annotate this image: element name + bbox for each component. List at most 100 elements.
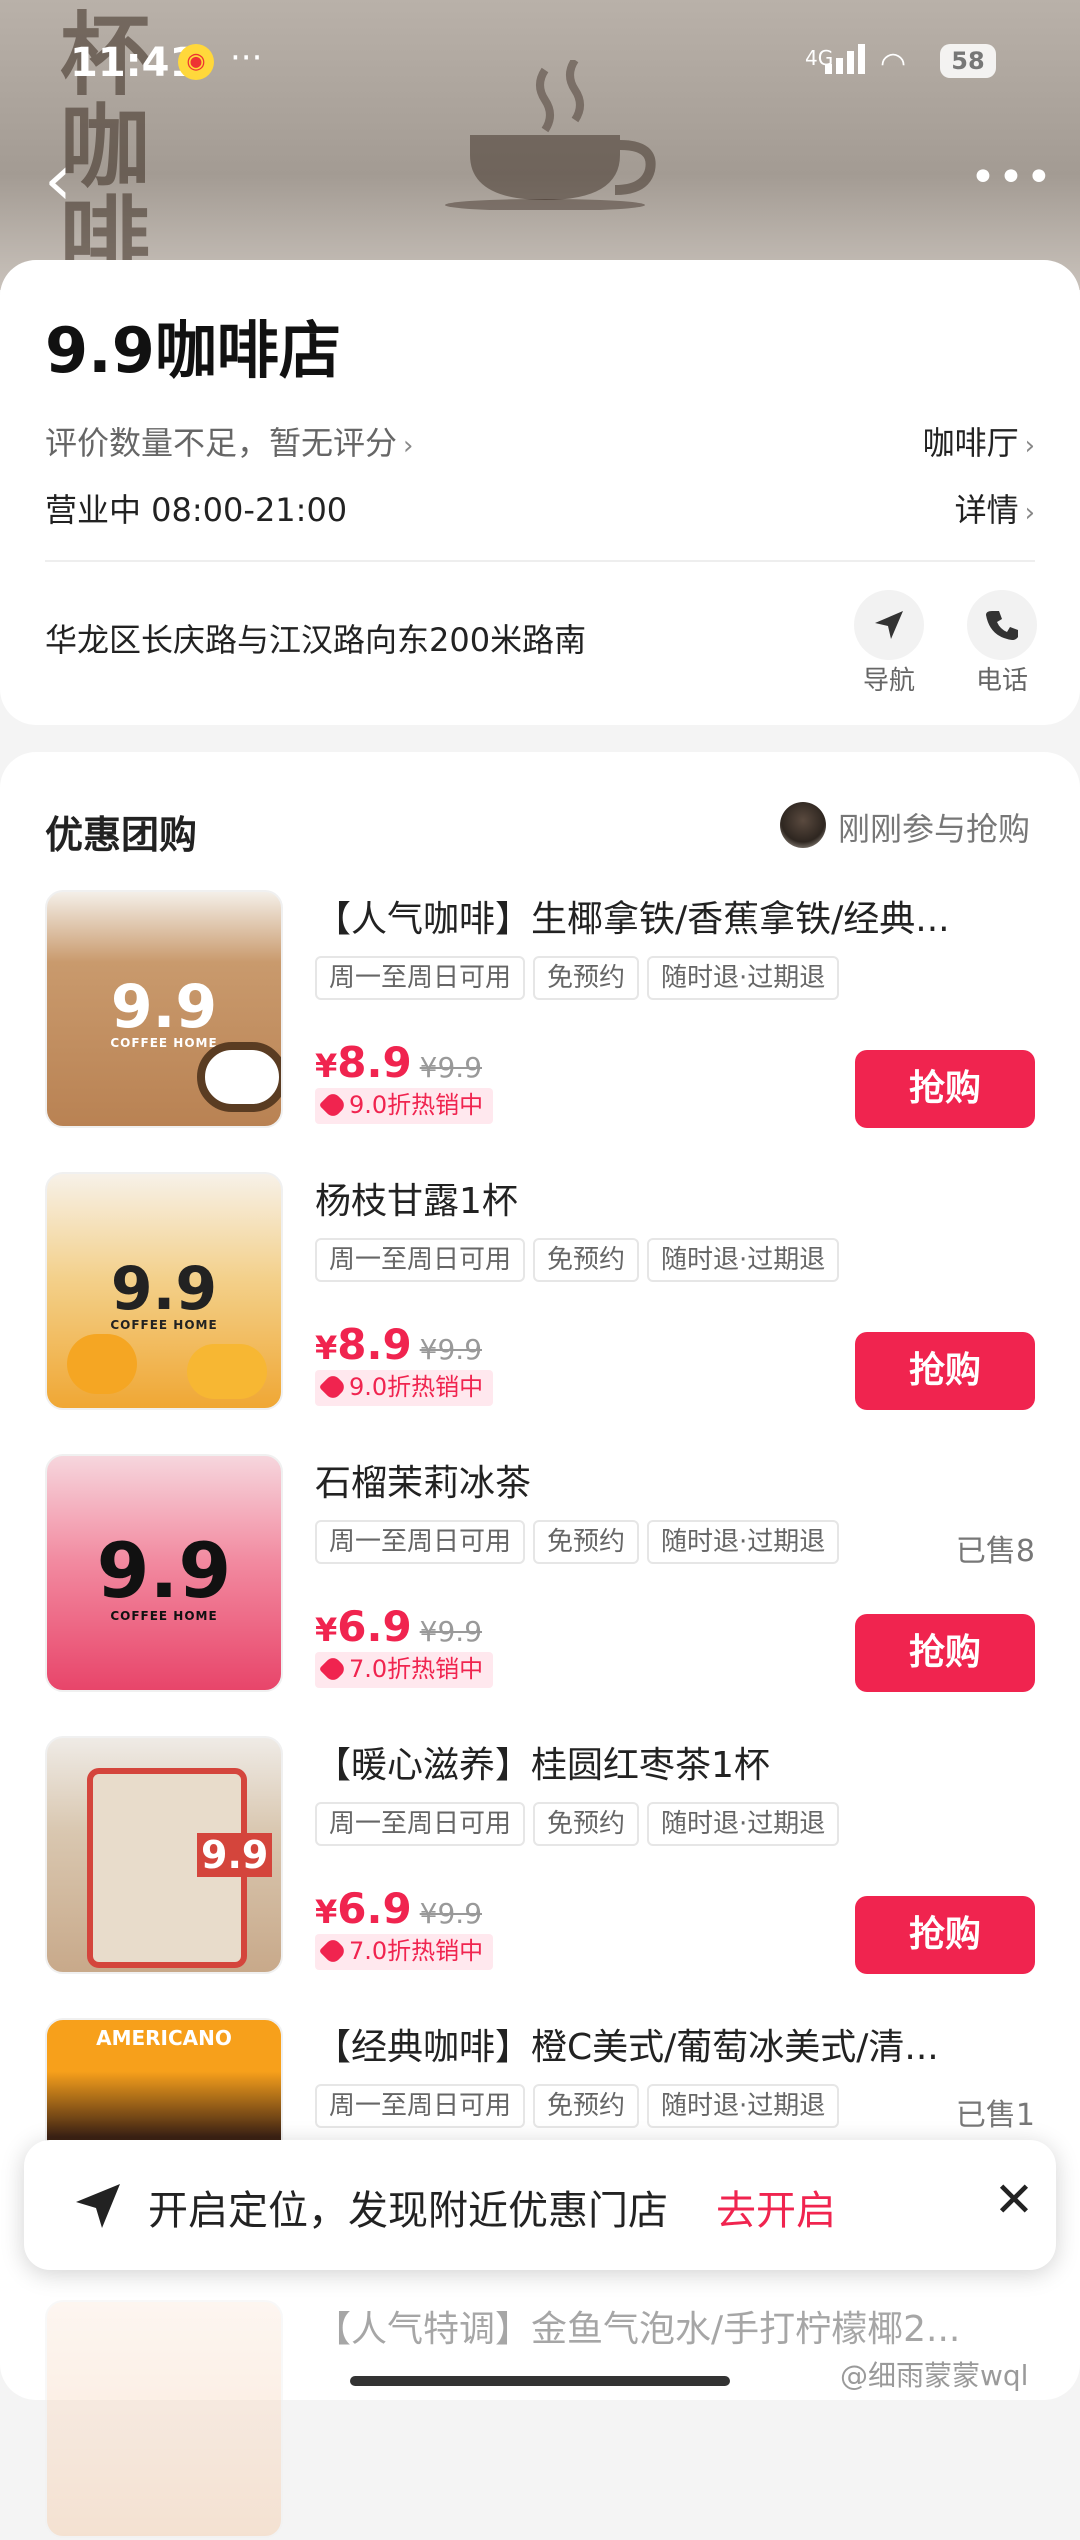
deal-title: 【人气特调】金鱼气泡水/手打柠檬椰2... — [315, 2309, 961, 2350]
location-prompt-text: 开启定位，发现附近优惠门店 — [148, 2188, 668, 2234]
product-image[interactable]: 9.9 COFFEE HOME — [45, 890, 283, 1128]
discount-text: 7.0折热销中 — [349, 1937, 484, 1965]
tag: 免预约 — [533, 956, 640, 1000]
sold-count: 已售1 — [955, 2098, 1035, 2133]
tag-icon — [318, 1090, 348, 1120]
chevron-right-icon: › — [1024, 431, 1035, 461]
price-value: 6.9 — [337, 1884, 412, 1933]
recent-purchase-text: 刚刚参与抢购 — [838, 810, 1031, 848]
tag: 周一至周日可用 — [315, 956, 526, 1000]
tag: 周一至周日可用 — [315, 1238, 526, 1282]
mango-icon — [67, 1334, 137, 1394]
tag: 随时退·过期退 — [647, 1520, 840, 1564]
location-prompt-banner: 开启定位，发现附近优惠门店 去开启 ✕ — [24, 2140, 1056, 2270]
phone-icon — [986, 611, 1018, 640]
currency-symbol: ¥ — [315, 1329, 338, 1367]
phone-label[interactable]: 电话 — [976, 660, 1028, 697]
tag: 免预约 — [533, 1802, 640, 1846]
tag-icon — [318, 1654, 348, 1684]
business-hours: 营业中 08:00-21:00 — [45, 491, 348, 529]
watermark: @细雨蒙蒙wql — [840, 2359, 1029, 2392]
original-price: ¥9.9 — [419, 1897, 483, 1930]
more-notifications-icon: ··· — [230, 38, 263, 78]
discount-text: 9.0折热销中 — [349, 1091, 484, 1119]
more-options-icon[interactable]: ••• — [970, 156, 1052, 200]
deal-price: ¥8.9 ¥9.9 — [315, 1038, 482, 1087]
currency-symbol: ¥ — [315, 1047, 338, 1085]
tag: 周一至周日可用 — [315, 1802, 526, 1846]
price-value: 8.9 — [337, 1038, 412, 1087]
buy-button[interactable]: 抢购 — [855, 1050, 1035, 1128]
enable-location-link[interactable]: 去开启 — [716, 2178, 836, 2236]
wifi-icon: ◠ — [880, 46, 907, 81]
category-link[interactable]: 咖啡厅 › — [923, 418, 1035, 464]
shop-info-card: 9.9咖啡店 评价数量不足，暂无评分 › 咖啡厅 › 营业中 08:00-21:00… — [0, 260, 1080, 725]
navigate-label[interactable]: 导航 — [863, 660, 915, 697]
deal-tags: 周一至周日可用 免预约 随时退·过期退 — [315, 1238, 847, 1282]
currency-symbol: ¥ — [315, 1611, 338, 1649]
details-link[interactable]: 详情 › — [955, 485, 1035, 531]
discount-text: 9.0折热销中 — [349, 1373, 484, 1401]
section-title: 优惠团购 — [45, 813, 198, 857]
chevron-right-icon: › — [1024, 498, 1035, 528]
weibo-notification-icon: ◉ — [178, 44, 214, 80]
deal-item[interactable]: 9.9 COFFEE HOME 【人气咖啡】生椰拿铁/香蕉拿铁/经典... 周一至… — [45, 890, 1035, 1130]
logo-subtext: COFFEE HOME — [110, 1609, 218, 1623]
divider — [45, 560, 1035, 562]
tag-icon — [318, 1936, 348, 1966]
tag: 随时退·过期退 — [647, 956, 840, 1000]
coconut-icon — [197, 1042, 281, 1112]
shop-header-image: 杯咖啡 11:41 ◉ ··· 4G ◠ 58 ‹ ••• — [0, 0, 1080, 290]
price-value: 8.9 — [337, 1320, 412, 1369]
back-icon[interactable]: ‹ — [44, 145, 84, 215]
buy-button[interactable]: 抢购 — [855, 1332, 1035, 1410]
shop-address[interactable]: 华龙区长庆路与江汉路向东200米路南 — [45, 615, 586, 661]
navigate-button[interactable] — [854, 590, 924, 660]
product-image[interactable]: 9.9 — [45, 1736, 283, 1974]
deal-price: ¥8.9 ¥9.9 — [315, 1320, 482, 1369]
deal-title: 【经典咖啡】橙C美式/葡萄冰美式/清... — [315, 2027, 939, 2068]
discount-badge: 7.0折热销中 — [315, 1934, 494, 1970]
deal-title: 杨枝甘露1杯 — [315, 1181, 518, 1222]
deal-item[interactable]: 【人气特调】金鱼气泡水/手打柠檬椰2... — [45, 2300, 1035, 2540]
deal-item[interactable]: 9.9 COFFEE HOME 石榴茉莉冰茶 周一至周日可用 免预约 随时退·过期退 … — [45, 1454, 1035, 1694]
discount-badge: 9.0折热销中 — [315, 1370, 494, 1406]
details-text: 详情 — [954, 491, 1019, 529]
deal-title: 石榴茉莉冰茶 — [315, 1463, 532, 1504]
deal-item[interactable]: 9.9 COFFEE HOME 杨枝甘露1杯 周一至周日可用 免预约 随时退·过期退 … — [45, 1172, 1035, 1412]
original-price: ¥9.9 — [419, 1051, 483, 1084]
phone-button[interactable] — [967, 590, 1037, 660]
rating-text: 评价数量不足，暂无评分 — [45, 424, 398, 462]
price-value: 6.9 — [337, 1602, 412, 1651]
deal-item[interactable]: 9.9 【暖心滋养】桂圆红枣茶1杯 周一至周日可用 免预约 随时退·过期退 ¥6.9… — [45, 1736, 1035, 1976]
americano-label: AMERICANO — [96, 2026, 232, 2050]
location-arrow-icon — [76, 2184, 120, 2228]
tag: 免预约 — [533, 1520, 640, 1564]
deal-tags: 周一至周日可用 免预约 随时退·过期退 — [315, 2084, 847, 2128]
rating-link[interactable]: 评价数量不足，暂无评分 › — [45, 418, 413, 464]
tag: 随时退·过期退 — [647, 1802, 840, 1846]
product-image[interactable]: 9.9 COFFEE HOME — [45, 1172, 283, 1410]
currency-symbol: ¥ — [315, 1893, 338, 1931]
product-image[interactable] — [45, 2300, 283, 2538]
deal-price: ¥6.9 ¥9.9 — [315, 1602, 482, 1651]
tag: 随时退·过期退 — [647, 1238, 840, 1282]
buy-button[interactable]: 抢购 — [855, 1896, 1035, 1974]
mango-icon — [187, 1344, 267, 1399]
deal-tags: 周一至周日可用 免预约 随时退·过期退 — [315, 956, 847, 1000]
deal-title: 【暖心滋养】桂圆红枣茶1杯 — [315, 1745, 770, 1786]
home-indicator[interactable] — [350, 2376, 730, 2386]
logo-text: 9.9 — [110, 972, 218, 1042]
deal-tags: 周一至周日可用 免预约 随时退·过期退 — [315, 1520, 847, 1564]
tag-icon — [318, 1372, 348, 1402]
deal-title: 【人气咖啡】生椰拿铁/香蕉拿铁/经典... — [315, 899, 950, 940]
product-logo: 9.9 COFFEE HOME — [47, 972, 281, 1050]
avatar — [780, 802, 826, 848]
chevron-right-icon: › — [403, 431, 414, 461]
buy-button[interactable]: 抢购 — [855, 1614, 1035, 1692]
close-icon[interactable]: ✕ — [984, 2170, 1044, 2230]
discount-badge: 7.0折热销中 — [315, 1652, 494, 1688]
product-image[interactable]: 9.9 COFFEE HOME — [45, 1454, 283, 1692]
original-price: ¥9.9 — [419, 1615, 483, 1648]
status-bar: 11:41 ◉ ··· 4G ◠ 58 — [0, 38, 1080, 100]
